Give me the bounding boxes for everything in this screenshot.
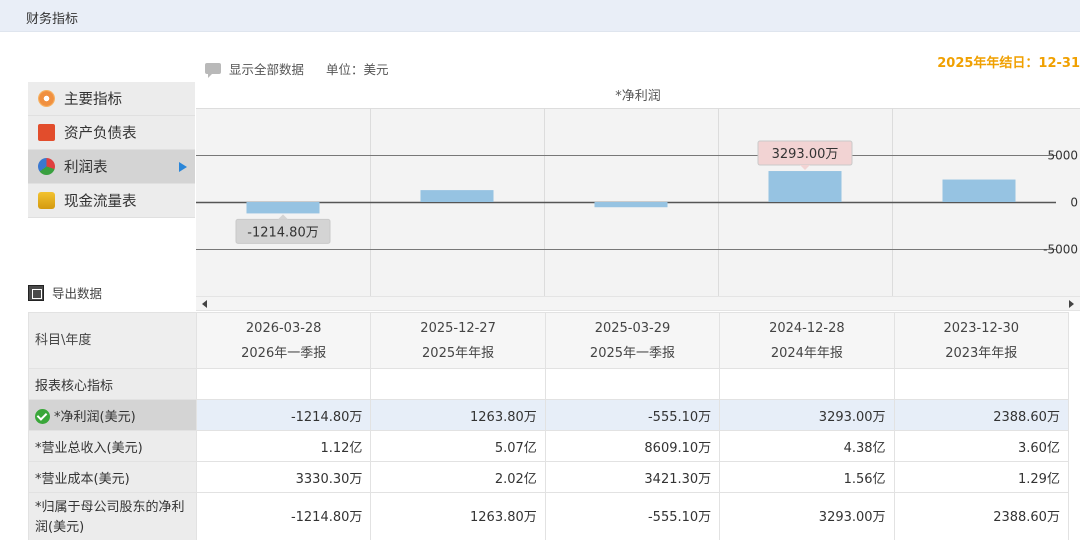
y-tick-label: -5000 [1043,243,1078,257]
export-data-button[interactable]: 导出数据 [28,283,102,302]
page-title: 财务指标 [26,12,79,27]
scroll-right-icon[interactable] [1069,300,1074,308]
sidebar-item-key-indicators[interactable]: 主要指标 [28,82,195,116]
chart-tooltip-text: 3293.00万 [772,147,839,162]
y-tick-label: 0 [1070,196,1078,210]
table-row[interactable]: *营业总收入(美元) 1.12亿 5.07亿 8609.10万 4.38亿 3.… [28,430,1069,462]
column-date: 2025-12-27 [420,320,496,336]
table-header-row: 科目\年度 2026-03-28 2026年一季报 2025-12-27 2025年… [28,312,1069,369]
table-row[interactable]: *归属于母公司股东的净利润(美元) -1214.80万 1263.80万 -55… [28,492,1069,540]
chart-svg: *净利润 5000 0 -5000 -1214.80万 3293.00万 [196,82,1080,296]
section-label: 报表核心指标 [28,368,197,400]
gear-icon [38,90,55,107]
financial-table: 科目\年度 2026-03-28 2026年一季报 2025-12-27 2025年… [28,312,1069,540]
sidebar-item-income-statement[interactable]: 利润表 [28,150,195,184]
column-period: 2025年年报 [422,345,495,361]
sidebar-item-label: 利润表 [64,160,108,176]
table-cell: 2.02亿 [370,461,546,493]
chart-toolbar: 显示全部数据 单位：美元 [205,58,389,78]
comment-icon[interactable] [205,62,221,78]
chart-bar [768,171,842,202]
column-date: 2023-12-30 [943,320,1020,336]
table-cell: 5.07亿 [370,430,546,462]
table-cell: 2388.60万 [893,492,1069,540]
chart-bar [594,202,668,208]
table-cell: 3330.30万 [195,461,372,493]
column-period: 2024年年报 [770,345,843,361]
y-tick-label: 5000 [1047,149,1078,163]
row-label[interactable]: *净利润(美元) [28,399,197,431]
column-header[interactable]: 2024-12-28 2024年年报 [719,312,895,369]
column-period: 2023年年报 [945,345,1018,361]
column-date: 2024-12-28 [769,320,845,336]
year-end-label: 2025年年结日：12-31 [937,56,1080,71]
top-bar: 财务指标 [0,0,1080,32]
table-cell: -555.10万 [544,399,721,431]
active-arrow-icon [179,162,187,172]
table-cell: 4.38亿 [719,430,895,462]
show-all-data-button[interactable]: 显示全部数据 [229,59,304,78]
chart-bar [420,190,494,202]
chart-tooltip-text: -1214.80万 [247,225,318,240]
table-cell: 3421.30万 [544,461,721,493]
sidebar-item-label: 资产负债表 [64,126,137,142]
table-cell: 1.29亿 [893,461,1069,493]
table-cell: -1214.80万 [195,399,372,431]
column-header[interactable]: 2025-03-29 2025年一季报 [544,312,721,369]
table-row[interactable]: *营业成本(美元) 3330.30万 2.02亿 3421.30万 1.56亿 … [28,461,1069,493]
table-cell: 3293.00万 [719,492,895,540]
table-cell: 1.12亿 [195,430,372,462]
sidebar-item-label: 现金流量表 [64,194,137,210]
column-date: 2025-03-29 [594,320,671,336]
spreadsheet-icon [28,284,44,301]
table-cell: -1214.80万 [195,492,372,540]
sidebar-item-label: 主要指标 [64,92,122,108]
sidebar-item-cash-flow[interactable]: 现金流量表 [28,184,195,218]
sidebar-nav: 主要指标 资产负债表 利润表 现金流量表 [28,82,195,218]
table-cell: 1263.80万 [370,399,546,431]
coins-icon [38,192,55,209]
table-cell: 1.56亿 [719,461,895,493]
row-label[interactable]: *营业成本(美元) [28,461,197,493]
table-row[interactable]: *净利润(美元) -1214.80万 1263.80万 -555.10万 329… [28,399,1069,431]
row-label-text: *净利润(美元) [54,409,136,425]
row-label[interactable]: *归属于母公司股东的净利润(美元) [28,492,197,540]
table-cell: 8609.10万 [544,430,721,462]
column-header[interactable]: 2023-12-30 2023年年报 [893,312,1069,369]
table-cell: 1263.80万 [370,492,546,540]
document-icon [38,124,55,141]
column-period: 2026年一季报 [241,345,327,361]
table-cell: -555.10万 [544,492,721,540]
chart-bar [246,202,320,214]
table-cell: 3.60亿 [893,430,1069,462]
horizontal-scrollbar[interactable] [196,296,1080,311]
column-period: 2025年一季报 [589,345,676,361]
export-label: 导出数据 [52,286,103,301]
table-cell: 2388.60万 [893,399,1069,431]
check-icon [35,408,50,424]
chart-bar [942,179,1016,202]
unit-label: 单位：美元 [326,61,389,77]
column-header[interactable]: 2026-03-28 2026年一季报 [195,312,372,369]
row-label[interactable]: *营业总收入(美元) [28,430,197,462]
section-row: 报表核心指标 [28,368,1069,400]
column-header[interactable]: 2025-12-27 2025年年报 [370,312,546,369]
sidebar-item-balance-sheet[interactable]: 资产负债表 [28,116,195,150]
column-date: 2026-03-28 [245,320,322,336]
table-cell: 3293.00万 [719,399,895,431]
net-profit-chart: *净利润 5000 0 -5000 -1214.80万 3293.00万 [196,82,1080,296]
corner-header: 科目\年度 [28,312,197,369]
scroll-left-icon[interactable] [202,300,207,308]
chart-title: *净利润 [615,89,661,104]
pie-chart-icon [38,158,55,175]
